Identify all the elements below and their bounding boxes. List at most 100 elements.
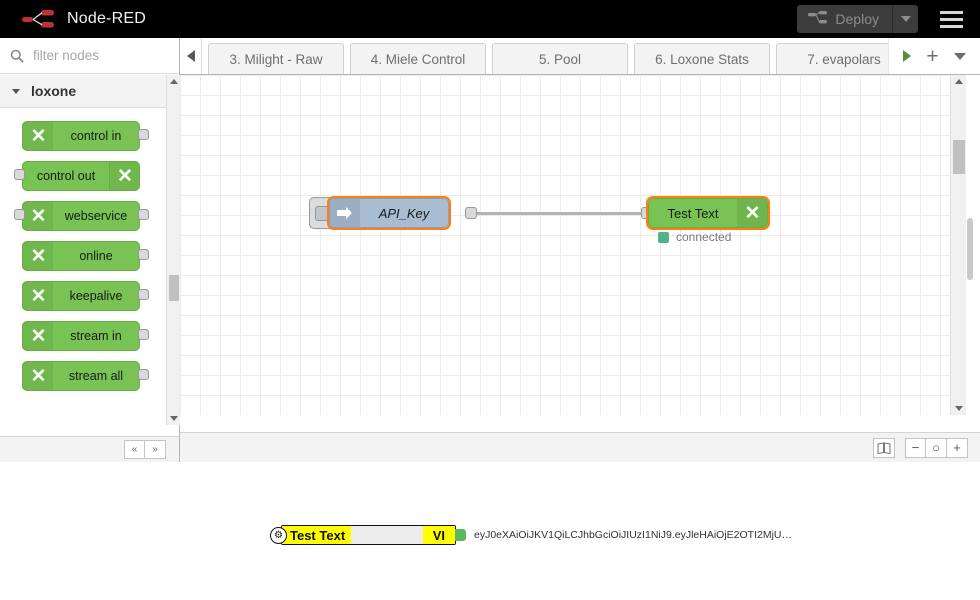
canvas-vertical-scrollbar[interactable] [950, 75, 966, 415]
zoom-in-icon[interactable]: + [947, 437, 968, 458]
highlighted-node-badge: VI [422, 526, 455, 544]
list-item[interactable]: ✕ control out [0, 158, 166, 198]
zoom-reset-icon[interactable]: ○ [926, 437, 947, 458]
palette-node-label: stream all [68, 369, 124, 383]
tabs-viewport: 3. Milight - Raw 4. Miele Control 5. Poo… [202, 38, 888, 74]
palette-node-control-in[interactable]: ✕ control in [22, 121, 140, 151]
highlighted-node-bar[interactable]: Test Text VI [281, 525, 456, 545]
tab-label: 5. Pool [538, 51, 582, 67]
hamburger-menu-icon[interactable] [936, 7, 967, 32]
output-port[interactable] [465, 207, 477, 219]
flow-node-test-text[interactable]: ✕ Test Text [646, 196, 770, 230]
highlighted-node-widget[interactable]: ⚙ Test Text VI eyJ0eXAiOiJKV1QiLCJhbGciO… [270, 525, 792, 545]
flow-wire[interactable] [476, 212, 642, 215]
zoom-out-icon[interactable]: − [905, 437, 926, 458]
output-port[interactable] [138, 329, 149, 340]
tab-miele-control[interactable]: 4. Miele Control [350, 43, 486, 74]
loxone-x-icon: ✕ [23, 282, 53, 310]
token-text: eyJ0eXAiOiJKV1QiLCJhbGciOiJIUzI1NiJ9.eyJ… [474, 529, 793, 541]
palette-node-stream-in[interactable]: ✕ stream in [22, 321, 140, 351]
tab-milight-raw[interactable]: 3. Milight - Raw [208, 43, 344, 74]
palette-node-webservice[interactable]: ✕ webservice [22, 201, 140, 231]
output-port[interactable] [138, 289, 149, 300]
zoom-out-label: − [911, 440, 920, 455]
chevron-down-icon[interactable] [954, 52, 967, 60]
list-item[interactable]: ✕ online [0, 238, 166, 278]
tab-loxone-stats[interactable]: 6. Loxone Stats [634, 43, 770, 74]
deploy-nodes-icon [808, 10, 828, 28]
palette-node-label: keepalive [69, 289, 123, 303]
navigator-map-icon[interactable] [873, 437, 895, 458]
outer-scrollbar-thumb[interactable] [967, 218, 973, 280]
flow-canvas[interactable]: API_Key ✕ Test Text connected [180, 75, 950, 415]
loxone-x-icon: ✕ [23, 322, 53, 350]
output-port[interactable] [138, 129, 149, 140]
inject-arrow-icon [330, 199, 360, 227]
deploy-group[interactable]: Deploy [797, 5, 918, 33]
highlighted-node-label: Test Text [282, 526, 352, 544]
status-label: connected [676, 230, 732, 244]
canvas-footer-toolbar: − ○ + [180, 432, 980, 462]
tab-evapolars[interactable]: 7. evapolars [776, 43, 888, 74]
list-item[interactable]: ✕ keepalive [0, 278, 166, 318]
output-port[interactable] [138, 249, 149, 260]
list-item[interactable]: ✕ control in [0, 118, 166, 158]
output-port[interactable] [138, 209, 149, 220]
deploy-dropdown-button[interactable] [892, 5, 918, 33]
expand-all-icon[interactable]: » [145, 440, 166, 459]
status-dot-icon [658, 231, 669, 243]
loxone-x-icon: ✕ [23, 362, 53, 390]
palette-node-label: control in [70, 129, 122, 143]
lower-overlay-area: ⚙ Test Text VI eyJ0eXAiOiJKV1QiLCJhbGciO… [0, 462, 980, 600]
search-icon [10, 49, 24, 63]
collapse-all-label: « [131, 444, 138, 455]
zoom-in-label: + [953, 440, 961, 455]
palette-node-control-out[interactable]: ✕ control out [22, 161, 140, 191]
deploy-button[interactable]: Deploy [797, 5, 892, 33]
palette-node-label: control out [36, 169, 96, 183]
flow-workspace: API_Key ✕ Test Text connected − ○ + [180, 75, 980, 462]
tab-label: 4. Miele Control [370, 51, 466, 67]
scrollbar-thumb[interactable] [169, 275, 179, 301]
header-actions: Deploy [797, 0, 980, 38]
deploy-label: Deploy [835, 11, 879, 27]
palette-node-keepalive[interactable]: ✕ keepalive [22, 281, 140, 311]
chevron-down-icon [12, 88, 20, 94]
palette-node-label: stream in [70, 329, 122, 343]
list-item[interactable]: ✕ webservice [0, 198, 166, 238]
scroll-up-arrow-icon[interactable] [170, 79, 178, 84]
search-input[interactable] [31, 47, 171, 64]
list-item[interactable]: ✕ stream in [0, 318, 166, 358]
palette-node-stream-all[interactable]: ✕ stream all [22, 361, 140, 391]
palette-vertical-scrollbar[interactable] [166, 75, 180, 425]
palette-node-label: online [79, 249, 113, 263]
palette-footer: « » [0, 436, 179, 462]
tab-scroll-left-button[interactable] [180, 38, 202, 74]
loxone-x-icon: ✕ [23, 202, 53, 230]
expand-all-label: » [152, 444, 158, 455]
scroll-down-arrow-icon[interactable] [170, 416, 178, 421]
palette-node-label: webservice [64, 209, 128, 223]
palette-node-online[interactable]: ✕ online [22, 241, 140, 271]
plus-icon[interactable]: + [926, 46, 938, 67]
scroll-right-arrow-icon[interactable] [902, 50, 911, 62]
output-port[interactable] [138, 369, 149, 380]
output-port-icon[interactable] [455, 529, 466, 541]
input-port[interactable] [14, 209, 25, 220]
flow-node-api-key[interactable]: API_Key [327, 196, 451, 230]
scroll-up-arrow-icon[interactable] [955, 79, 963, 84]
scroll-down-arrow-icon[interactable] [955, 406, 963, 411]
scrollbar-thumb[interactable] [953, 140, 965, 174]
tab-pool[interactable]: 5. Pool [492, 43, 628, 74]
palette-search-bar[interactable] [0, 38, 179, 74]
gear-icon[interactable]: ⚙ [270, 526, 287, 544]
list-item[interactable]: ✕ stream all [0, 358, 166, 398]
loxone-x-icon: ✕ [109, 162, 139, 190]
input-port[interactable] [14, 169, 25, 180]
zoom-controls: − ○ + [905, 437, 968, 458]
palette-category-loxone[interactable]: loxone [0, 75, 166, 108]
collapse-all-icon[interactable]: « [124, 440, 145, 459]
palette-scroll-region: loxone ✕ control in ✕ control out ✕ webs… [0, 75, 166, 425]
app-title: Node-RED [67, 10, 146, 27]
palette-category-label: loxone [31, 83, 77, 99]
